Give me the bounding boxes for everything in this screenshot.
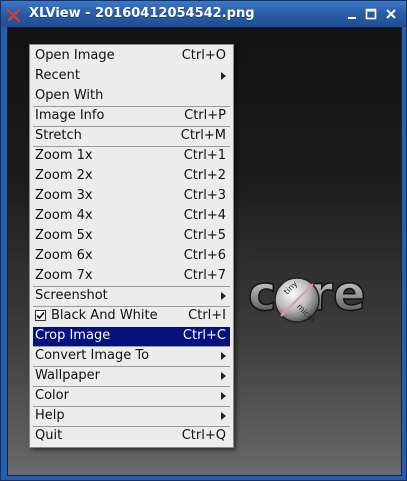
menu-item-label: Convert Image To [35, 348, 150, 363]
menu-item-zoom-5x[interactable]: Zoom 5x Ctrl+5 [33, 227, 230, 246]
submenu-arrow-icon [221, 352, 226, 360]
menu-item-shortcut: Ctrl+O [181, 48, 226, 63]
menu-item-label: Help [35, 408, 65, 423]
menu-item-label: Screenshot [35, 288, 108, 303]
menu-item-label: Stretch [35, 128, 82, 143]
menu-item-label: Open Image [35, 48, 115, 63]
menu-item-shortcut: Ctrl+I [188, 308, 226, 323]
menu-item-label: Crop Image [35, 328, 111, 343]
menu-item-label: Quit [35, 428, 63, 443]
submenu-arrow-icon [221, 392, 226, 400]
menu-item-zoom-1x[interactable]: Zoom 1x Ctrl+1 [33, 147, 230, 166]
menu-item-convert-image-to[interactable]: Convert Image To [33, 347, 230, 366]
menu-item-label: Image Info [35, 108, 105, 123]
menu-item-image-info[interactable]: Image Info Ctrl+P [33, 107, 230, 126]
xlview-app-icon[interactable] [6, 7, 21, 23]
submenu-arrow-icon [221, 292, 226, 300]
menu-item-wallpaper[interactable]: Wallpaper [33, 367, 230, 386]
menu-item-shortcut: Ctrl+C [182, 328, 226, 343]
menu-item-label: Wallpaper [35, 368, 101, 383]
menu-item-open-image[interactable]: Open Image Ctrl+O [33, 47, 230, 66]
application-window: XLView - 20160412054542.png tiny micro O… [0, 0, 407, 481]
context-menu: Open Image Ctrl+O Recent Open With Image Inf… [29, 44, 234, 448]
menu-item-label: Black And White [51, 308, 158, 323]
window-title: XLView - 20160412054542.png [29, 6, 255, 21]
menu-item-zoom-3x[interactable]: Zoom 3x Ctrl+3 [33, 187, 230, 206]
menu-item-screenshot[interactable]: Screenshot [33, 287, 230, 306]
submenu-arrow-icon [221, 372, 226, 380]
menu-item-label: Zoom 3x [35, 188, 93, 203]
submenu-arrow-icon [221, 412, 226, 420]
menu-item-stretch[interactable]: Stretch Ctrl+M [33, 127, 230, 146]
tinycore-logo: core tiny micro [247, 265, 366, 324]
menu-item-shortcut: Ctrl+P [184, 108, 226, 123]
menu-item-label: Zoom 5x [35, 228, 93, 243]
submenu-arrow-icon [221, 72, 226, 80]
menu-item-quit[interactable]: Quit Ctrl+Q [33, 427, 230, 446]
menu-item-shortcut: Ctrl+4 [183, 208, 226, 223]
menu-item-shortcut: Ctrl+5 [183, 228, 226, 243]
menu-item-help[interactable]: Help [33, 407, 230, 426]
menu-item-shortcut: Ctrl+Q [181, 428, 226, 443]
title-bar[interactable]: XLView - 20160412054542.png [1, 1, 406, 27]
menu-item-zoom-4x[interactable]: Zoom 4x Ctrl+4 [33, 207, 230, 226]
close-icon[interactable] [384, 7, 398, 21]
menu-item-label: Open With [35, 88, 104, 103]
menu-item-label: Zoom 7x [35, 268, 93, 283]
menu-item-shortcut: Ctrl+1 [183, 148, 226, 163]
menu-item-label: Color [35, 388, 69, 403]
menu-item-shortcut: Ctrl+M [180, 128, 226, 143]
menu-item-shortcut: Ctrl+2 [183, 168, 226, 183]
maximize-icon[interactable] [364, 7, 378, 21]
menu-item-label: Zoom 4x [35, 208, 93, 223]
menu-item-zoom-2x[interactable]: Zoom 2x Ctrl+2 [33, 167, 230, 186]
menu-item-color[interactable]: Color [33, 387, 230, 406]
minimize-icon[interactable] [345, 7, 359, 21]
menu-item-black-and-white[interactable]: Black And White Ctrl+I [33, 307, 230, 326]
menu-item-zoom-6x[interactable]: Zoom 6x Ctrl+6 [33, 247, 230, 266]
menu-item-label: Recent [35, 68, 80, 83]
checkbox-checked-icon[interactable] [35, 310, 46, 321]
menu-item-label: Zoom 1x [35, 148, 93, 163]
menu-item-label: Zoom 6x [35, 248, 93, 263]
menu-item-shortcut: Ctrl+7 [183, 268, 226, 283]
menu-item-shortcut: Ctrl+3 [183, 188, 226, 203]
menu-item-crop-image[interactable]: Crop Image Ctrl+C [33, 327, 230, 346]
menu-item-shortcut: Ctrl+6 [183, 248, 226, 263]
menu-item-open-with[interactable]: Open With [33, 87, 230, 106]
menu-item-zoom-7x[interactable]: Zoom 7x Ctrl+7 [33, 267, 230, 286]
menu-item-label: Zoom 2x [35, 168, 93, 183]
menu-item-recent[interactable]: Recent [33, 67, 230, 86]
